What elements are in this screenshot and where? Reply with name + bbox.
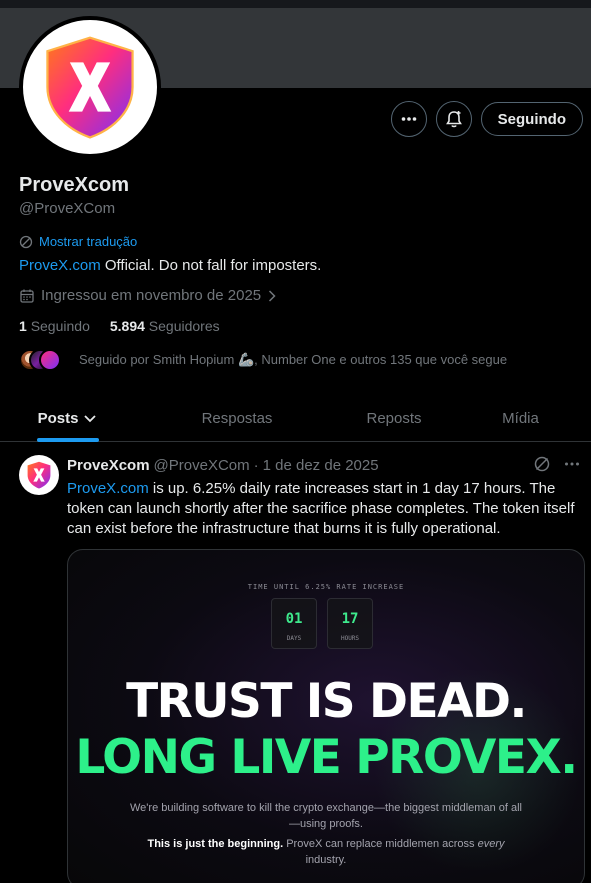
media-headline-1: TRUST IS DEAD. — [126, 674, 527, 729]
tab-label: Reposts — [366, 409, 422, 427]
media-subtext-1: We're building software to kill the cryp… — [130, 802, 522, 830]
chevron-down-icon — [84, 415, 97, 423]
post-avatar[interactable] — [19, 455, 59, 495]
profile-actions: Seguindo — [390, 101, 583, 137]
tab-media[interactable]: Mídia — [450, 394, 591, 442]
avatar — [39, 349, 61, 371]
profile-bio: ProveX.com Official. Do not fall for imp… — [19, 257, 321, 274]
timer-label: TIME UNTIL 6.25% RATE INCREASE — [247, 583, 405, 591]
calendar-icon — [20, 289, 34, 303]
days-unit: DAYS — [286, 635, 302, 642]
post-author-handle[interactable]: @ProveXCom — [154, 457, 250, 474]
timer-hours: 17 HOURS — [327, 598, 373, 649]
more-icon[interactable] — [563, 455, 581, 473]
tab-replies[interactable]: Respostas — [136, 394, 338, 442]
following-stat[interactable]: 1 Seguindo — [19, 318, 90, 334]
tab-reposts[interactable]: Reposts — [338, 394, 450, 442]
following-button[interactable]: Seguindo — [480, 102, 583, 136]
notify-button[interactable] — [435, 101, 472, 137]
profile-handle: @ProveXCom — [19, 200, 116, 217]
post-date[interactable]: 1 de dez de 2025 — [263, 457, 379, 474]
post-media-image[interactable]: TIME UNTIL 6.25% RATE INCREASE 01 DAYS 1… — [67, 549, 585, 883]
joined-date[interactable]: Ingressou em novembro de 2025 — [19, 287, 277, 304]
more-icon — [401, 117, 416, 121]
grok-icon[interactable] — [533, 455, 551, 473]
post-separator: · — [253, 457, 259, 474]
profile-tabs: Posts Respostas Reposts Mídia — [0, 394, 591, 442]
post[interactable]: ProveXcom @ProveXCom · 1 de dez de 2025 … — [0, 443, 591, 883]
profile-name: ProveXcom — [19, 174, 130, 196]
bio-text: Official. Do not fall for imposters. — [100, 257, 322, 274]
bio-link[interactable]: ProveX.com — [19, 257, 101, 274]
followers-stat[interactable]: 5.894 Seguidores — [110, 318, 220, 334]
tab-label: Respostas — [201, 409, 273, 427]
post-author-name[interactable]: ProveXcom — [67, 457, 150, 474]
hours-value: 17 — [341, 611, 359, 627]
translate-icon — [19, 235, 33, 248]
days-value: 01 — [285, 611, 303, 627]
followed-by[interactable]: Seguido por Smith Hopium 🦾, Number One e… — [19, 348, 507, 372]
provex-logo-icon — [46, 36, 134, 139]
timer-days: 01 DAYS — [271, 598, 317, 649]
joined-label: Ingressou em novembro de 2025 — [41, 287, 262, 304]
post-text: ProveX.com is up. 6.25% daily rate incre… — [67, 479, 579, 539]
more-button[interactable] — [390, 101, 427, 137]
follower-avatars — [19, 348, 67, 372]
media-subtext-2: This is just the beginning. ProveX can r… — [147, 838, 505, 866]
post-actions — [533, 455, 581, 473]
tab-posts[interactable]: Posts — [0, 394, 136, 442]
followed-by-text: Seguido por Smith Hopium 🦾, Number One e… — [79, 352, 508, 367]
media-headline-2: LONG LIVE PROVEX. — [75, 730, 578, 785]
post-link[interactable]: ProveX.com — [67, 480, 149, 497]
follow-stats: 1 Seguindo 5.894 Seguidores — [19, 318, 220, 334]
post-header: ProveXcom @ProveXCom · 1 de dez de 2025 — [67, 457, 379, 474]
tab-label: Mídia — [502, 409, 539, 427]
tab-label: Posts — [37, 409, 79, 427]
notification-bell-icon — [445, 111, 462, 128]
chevron-right-icon — [269, 289, 276, 302]
hours-unit: HOURS — [340, 635, 360, 642]
active-tab-indicator — [37, 438, 99, 442]
provex-logo-icon — [27, 461, 51, 489]
translate-label: Mostrar tradução — [39, 234, 138, 249]
top-bar — [0, 0, 591, 8]
profile-avatar[interactable] — [19, 16, 161, 158]
show-translation-link[interactable]: Mostrar tradução — [19, 234, 137, 249]
